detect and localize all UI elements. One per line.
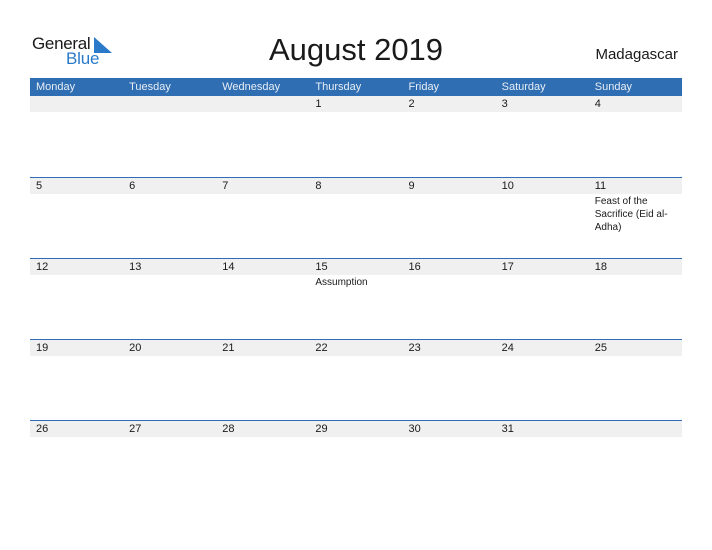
- day-number: 20: [129, 342, 142, 354]
- day-cell: [123, 96, 216, 112]
- day-number: 21: [222, 342, 235, 354]
- day-number: 18: [594, 261, 607, 273]
- day-number: 13: [129, 261, 142, 273]
- day-number: 29: [315, 423, 328, 435]
- holiday-label: Assumption: [315, 277, 368, 288]
- day-cell: 5: [30, 178, 123, 234]
- day-cell: 17: [496, 259, 589, 289]
- weekday-wednesday: Wednesday: [222, 81, 281, 93]
- day-cell: 4: [589, 96, 682, 112]
- week-row: 19 20 21 22 23 24 25: [30, 339, 682, 420]
- day-number: 7: [222, 180, 229, 192]
- day-number: 31: [501, 423, 514, 435]
- week-row: 5 6 7 8 9 10 11 Feast of the Sacrifice (Eid al-…: [30, 177, 682, 258]
- day-cell: 10: [496, 178, 589, 234]
- day-cell: 28: [216, 421, 309, 437]
- country-label: Madagascar: [595, 46, 678, 63]
- day-cell: 19: [30, 340, 123, 356]
- week-row: 12 13 14 15 Assumption 16 17 18: [30, 258, 682, 339]
- weekday-tuesday: Tuesday: [129, 81, 171, 93]
- day-cell: 27: [123, 421, 216, 437]
- day-number: [36, 96, 123, 112]
- day-cell: 24: [496, 340, 589, 356]
- day-cell: 6: [123, 178, 216, 234]
- day-cell: 3: [496, 96, 589, 112]
- day-number: 16: [408, 261, 421, 273]
- day-cell: 2: [403, 96, 496, 112]
- day-number: 23: [408, 342, 421, 354]
- day-cell: 8: [309, 178, 402, 234]
- day-number: 3: [501, 98, 508, 110]
- day-cell: 12: [30, 259, 123, 289]
- day-number: [595, 421, 682, 437]
- calendar-grid: Monday Tuesday Wednesday Thursday Friday Satu…: [30, 78, 682, 501]
- day-cell: 20: [123, 340, 216, 356]
- day-number: 27: [129, 423, 142, 435]
- day-cell: 21: [216, 340, 309, 356]
- weekday-header: Monday Tuesday Wednesday Thursday Friday Satu…: [30, 78, 682, 96]
- day-number: 30: [408, 423, 421, 435]
- week-row: 1 2 3 4: [30, 96, 682, 177]
- day-cell: 26: [30, 421, 123, 437]
- day-cell: 13: [123, 259, 216, 289]
- day-cell: 30: [403, 421, 496, 437]
- day-cell: 14: [216, 259, 309, 289]
- day-cell: [589, 421, 682, 437]
- day-number: 9: [408, 180, 415, 192]
- day-number: 4: [594, 98, 601, 110]
- day-cell: 16: [403, 259, 496, 289]
- day-number: 24: [501, 342, 514, 354]
- day-cell: 9: [403, 178, 496, 234]
- weekday-friday: Friday: [408, 81, 440, 93]
- day-number: 25: [594, 342, 607, 354]
- day-number: 28: [222, 423, 235, 435]
- day-number: 19: [36, 342, 49, 354]
- day-cell: [216, 96, 309, 112]
- day-number: 12: [36, 261, 49, 273]
- day-cell: 25: [589, 340, 682, 356]
- day-cell: 23: [403, 340, 496, 356]
- day-number: 8: [315, 180, 322, 192]
- day-number: 15: [315, 261, 328, 273]
- weekday-saturday: Saturday: [501, 81, 546, 93]
- day-cell: 22: [309, 340, 402, 356]
- holiday-label: Feast of the Sacrifice (Eid al-Adha): [594, 196, 668, 233]
- day-number: [222, 96, 309, 112]
- day-cell: 31: [496, 421, 589, 437]
- day-number: 10: [501, 180, 514, 192]
- day-number: 1: [315, 98, 322, 110]
- day-number: 11: [594, 180, 607, 192]
- day-cell: 15 Assumption: [309, 259, 402, 289]
- day-cell: 18: [589, 259, 682, 289]
- day-cell: 11 Feast of the Sacrifice (Eid al-Adha): [589, 178, 682, 234]
- day-number: 6: [129, 180, 136, 192]
- day-number: 26: [36, 423, 49, 435]
- day-number: 17: [501, 261, 514, 273]
- day-cell: 7: [216, 178, 309, 234]
- day-cell: 1: [309, 96, 402, 112]
- day-number: 5: [36, 180, 43, 192]
- day-cell: 29: [309, 421, 402, 437]
- day-cell: [30, 96, 123, 112]
- day-number: 22: [315, 342, 328, 354]
- week-row: 26 27 28 29 30 31: [30, 420, 682, 501]
- day-number: [129, 96, 216, 112]
- weekday-monday: Monday: [36, 81, 76, 93]
- day-number: 14: [222, 261, 235, 273]
- day-number: 2: [408, 98, 415, 110]
- weekday-thursday: Thursday: [315, 81, 362, 93]
- weekday-sunday: Sunday: [594, 81, 633, 93]
